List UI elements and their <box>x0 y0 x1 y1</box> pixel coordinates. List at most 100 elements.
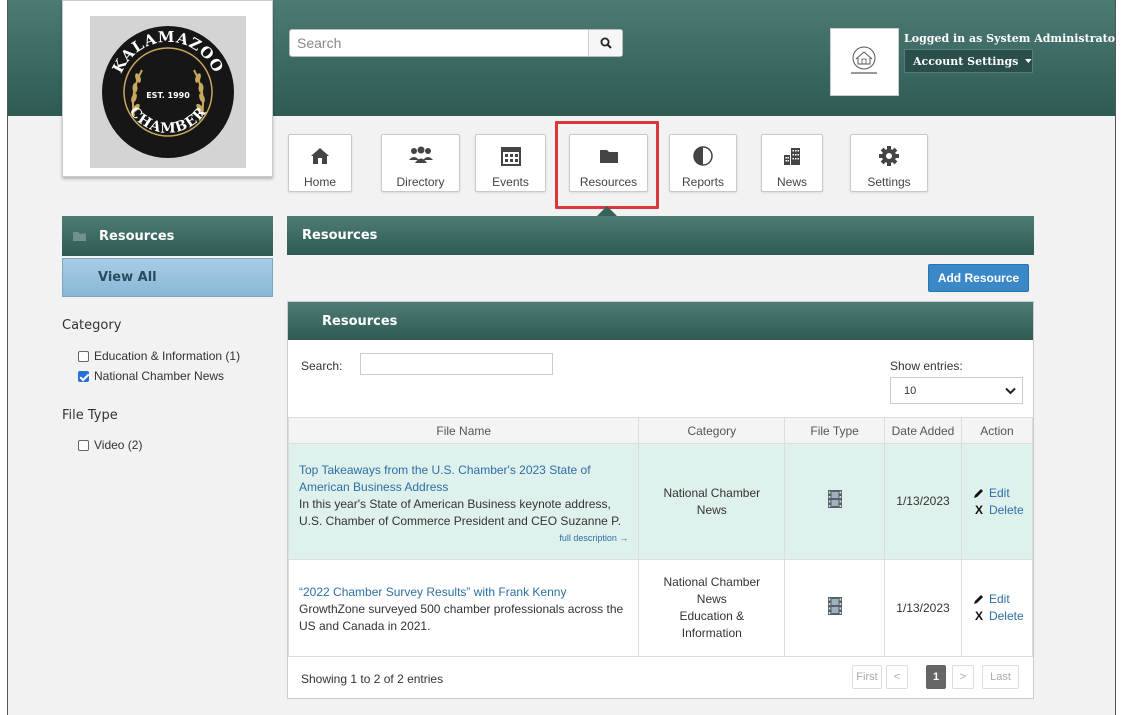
caret-down-icon <box>1025 59 1032 63</box>
nav-news[interactable]: News <box>761 134 823 192</box>
nav-directory-label: Directory <box>396 175 445 189</box>
nav-resources[interactable]: Resources <box>569 134 648 192</box>
people-icon <box>408 146 433 163</box>
search-icon <box>600 37 612 49</box>
delete-link[interactable]: X Delete <box>972 502 1032 519</box>
chamber-logo-card[interactable]: KALAMAZOO CHAMBER EST. 1990 <box>62 0 273 177</box>
calendar-icon <box>500 147 521 166</box>
pencil-icon <box>974 488 984 498</box>
column-header-file-name[interactable]: File Name <box>287 417 640 444</box>
showing-entries-text: Showing 1 to 2 of 2 entries <box>301 672 444 686</box>
full-description-link[interactable]: full description → <box>299 532 628 544</box>
x-icon: X <box>974 502 983 517</box>
checkbox[interactable] <box>78 351 89 362</box>
file-type-filter-video[interactable]: Video (2) <box>78 438 142 452</box>
pie-chart-icon <box>693 146 713 166</box>
nav-events-label: Events <box>492 175 529 189</box>
nav-resources-label: Resources <box>579 175 638 189</box>
file-name-cell: Top Takeaways from the U.S. Chamber's 20… <box>287 443 640 560</box>
x-icon: X <box>974 609 983 623</box>
svg-text:EST. 1990: EST. 1990 <box>146 91 190 100</box>
show-entries-select[interactable]: 10 <box>890 377 1023 404</box>
category-filter-label: Education & Information (1) <box>94 349 241 363</box>
nav-events[interactable]: Events <box>475 134 546 192</box>
category-filter-national-chamber-news[interactable]: National Chamber News <box>78 369 224 383</box>
account-settings-label: Account Settings <box>913 54 1019 68</box>
column-header-action: Action <box>960 417 1034 444</box>
show-entries-label: Show entries: <box>890 359 963 373</box>
nav-reports-label: Reports <box>681 175 725 189</box>
table-row: “2022 Chamber Survey Results” with Frank… <box>287 559 1034 657</box>
file-type-cell <box>784 443 886 560</box>
film-icon <box>827 596 842 615</box>
nav-reports[interactable]: Reports <box>669 134 737 192</box>
nav-home[interactable]: Home <box>288 134 352 192</box>
account-settings-button[interactable]: Account Settings <box>904 49 1033 73</box>
category-filter-label: National Chamber News <box>94 369 225 383</box>
file-type-heading: File Type <box>62 408 118 423</box>
main-title: Resources <box>302 228 378 243</box>
action-cell: Edit X Delete <box>960 443 1034 560</box>
folder-icon <box>73 232 86 241</box>
edit-link[interactable]: Edit <box>972 591 1032 608</box>
home-icon <box>311 148 329 164</box>
app-frame: KALAMAZOO CHAMBER EST. 1990 Search Logge… <box>7 0 1116 715</box>
edit-link[interactable]: Edit <box>972 485 1032 502</box>
search-input[interactable] <box>290 30 586 56</box>
sidebar-resources-header[interactable]: Resources <box>62 216 273 256</box>
category-cell: National Chamber News <box>638 443 786 560</box>
resource-title-link[interactable]: “2022 Chamber Survey Results” with Frank… <box>299 584 628 601</box>
nav-news-label: News <box>776 175 807 189</box>
table-row: Top Takeaways from the U.S. Chamber's 20… <box>287 443 1034 560</box>
house-icon <box>851 46 877 74</box>
checkbox-checked[interactable] <box>78 371 89 382</box>
column-header-date-added[interactable]: Date Added <box>884 417 962 444</box>
sidebar-resources-label: Resources <box>99 228 175 244</box>
resource-description: In this year's State of American Busines… <box>299 496 621 528</box>
global-search <box>289 29 623 57</box>
main-resources-header: Resources <box>287 216 1034 255</box>
column-header-file-type[interactable]: File Type <box>784 417 886 444</box>
nav-directory[interactable]: Directory <box>381 134 460 192</box>
resources-panel: Resources Search: Show entries: 10 File … <box>287 301 1034 699</box>
search-button[interactable] <box>588 30 622 56</box>
panel-header: Resources <box>288 302 1033 340</box>
action-cell: Edit X Delete <box>960 559 1034 657</box>
nav-settings[interactable]: Settings <box>850 134 928 192</box>
file-name-cell: “2022 Chamber Survey Results” with Frank… <box>287 559 640 657</box>
file-type-cell <box>784 559 886 657</box>
checkbox[interactable] <box>78 440 89 451</box>
column-header-category[interactable]: Category <box>638 417 786 444</box>
pagination-last[interactable]: Last <box>982 665 1019 689</box>
logo-background: KALAMAZOO CHAMBER EST. 1990 <box>90 16 246 168</box>
gear-icon <box>879 146 899 166</box>
category-filter-education[interactable]: Education & Information (1) <box>78 349 240 363</box>
pagination-next[interactable]: > <box>952 665 974 689</box>
file-type-filter-label: Video (2) <box>94 438 143 452</box>
organization-logo[interactable] <box>830 28 899 96</box>
pagination-page-1[interactable]: 1 <box>926 665 946 689</box>
folder-icon <box>599 150 618 163</box>
sidebar-view-all[interactable]: View All <box>62 258 273 297</box>
pagination-first[interactable]: First <box>852 665 882 689</box>
add-resource-button[interactable]: Add Resource <box>928 264 1029 292</box>
panel-title: Resources <box>322 313 398 329</box>
resources-table: File Name Category File Type Date Added … <box>287 417 1034 657</box>
chevron-down-icon <box>1005 387 1016 395</box>
pencil-icon <box>974 595 984 604</box>
table-search-label: Search: <box>301 359 343 373</box>
pagination-prev[interactable]: < <box>886 665 908 689</box>
date-added-cell: 1/13/2023 <box>884 559 962 657</box>
view-all-label: View All <box>98 270 157 285</box>
user-area: Logged in as System Administrator Accoun… <box>904 32 1116 73</box>
resource-title-link[interactable]: Top Takeaways from the U.S. Chamber's 20… <box>299 462 628 496</box>
chamber-logo: KALAMAZOO CHAMBER EST. 1990 <box>102 26 234 158</box>
category-heading: Category <box>62 318 122 333</box>
table-header-row: File Name Category File Type Date Added … <box>287 417 1034 444</box>
date-added-cell: 1/13/2023 <box>884 443 962 560</box>
table-search-input[interactable] <box>360 353 553 375</box>
category-cell: National Chamber News Education & Inform… <box>638 559 786 657</box>
film-icon <box>827 490 842 508</box>
delete-link[interactable]: X Delete <box>972 608 1032 625</box>
user-status-text: Logged in as System Administrator <box>904 32 1116 45</box>
